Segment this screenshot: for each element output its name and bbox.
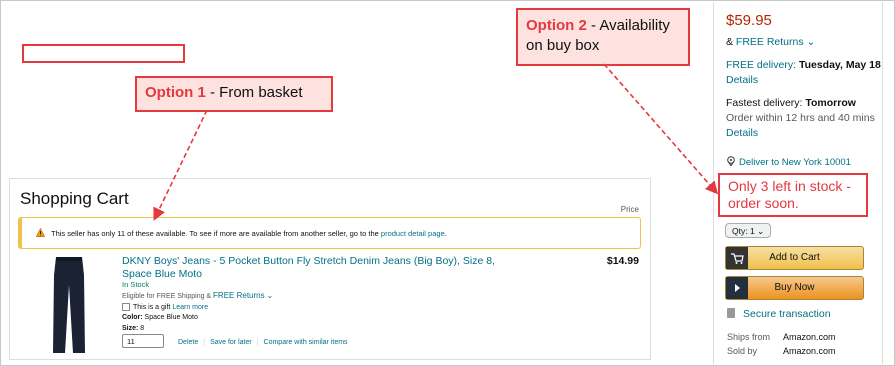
arrow-to-basket <box>153 109 208 221</box>
annotation-arrows <box>153 63 719 221</box>
arrow-to-buybox <box>603 63 719 195</box>
